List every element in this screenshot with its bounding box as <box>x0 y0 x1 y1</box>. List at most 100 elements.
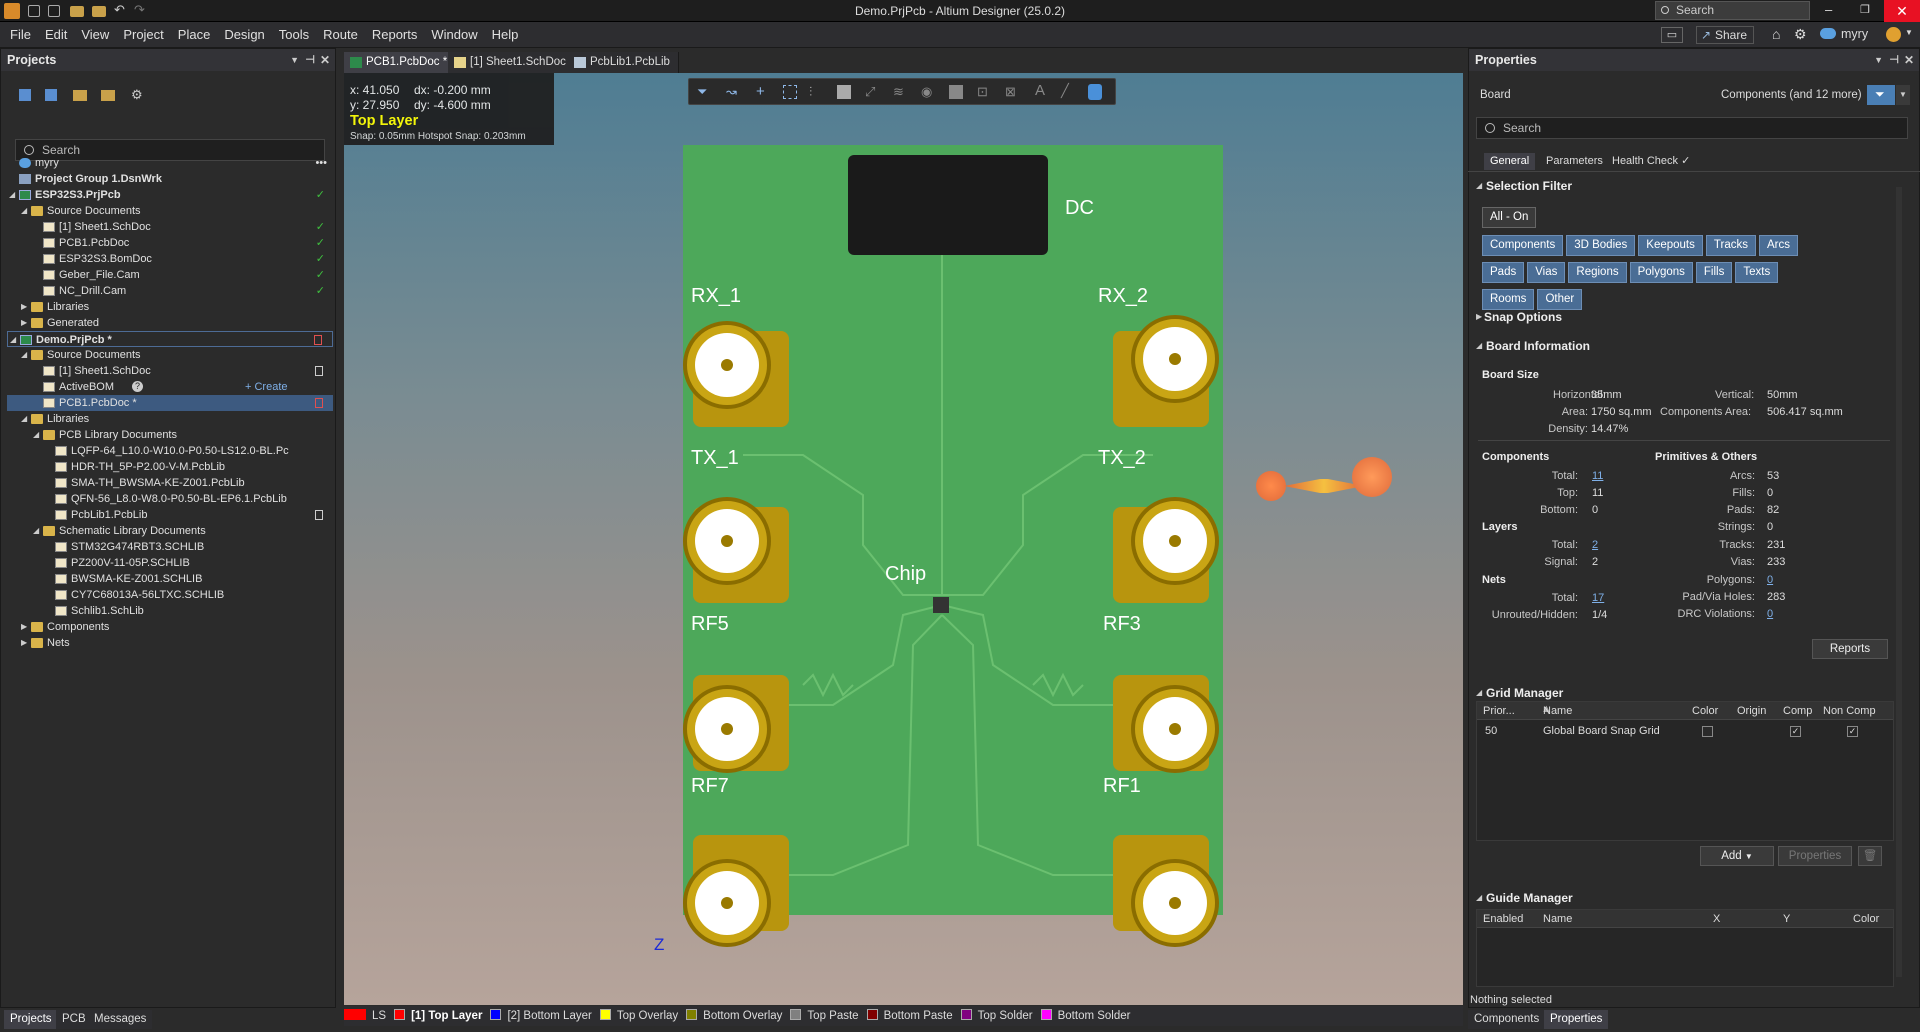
tree-item[interactable]: LQFP-64_L10.0-W10.0-P0.50-LS12.0-BL.Pc <box>7 443 333 459</box>
tree-item[interactable]: ◢ ESP32S3.PrjPcb ✓ <box>7 187 333 203</box>
add-grid-button[interactable]: Add ▼ <box>1700 846 1774 866</box>
col-name[interactable]: Name <box>1543 705 1572 717</box>
menu-help[interactable]: Help <box>485 22 526 48</box>
reports-button[interactable]: Reports <box>1812 639 1888 659</box>
maximize-button[interactable]: ❐ <box>1860 3 1870 16</box>
menu-edit[interactable]: Edit <box>38 22 74 48</box>
connector-rf1[interactable] <box>1113 835 1229 965</box>
col-color[interactable]: Color <box>1692 705 1718 717</box>
filter-fills-button[interactable]: Fills <box>1695 262 1733 283</box>
tree-item[interactable]: ◢ Schematic Library Documents <box>7 523 333 539</box>
tab-sheet1-schdoc[interactable]: [1] Sheet1.SchDoc <box>448 52 575 73</box>
gear-icon[interactable]: ⚙ <box>1794 26 1807 43</box>
expand-icon[interactable]: ◢ <box>1476 341 1482 350</box>
tree-item[interactable]: ◢ PCB Library Documents <box>7 427 333 443</box>
move-icon[interactable]: + <box>756 83 765 100</box>
interactive-route-icon[interactable]: ⤢ <box>865 84 875 100</box>
col-name[interactable]: Name <box>1543 913 1572 925</box>
tree-item[interactable]: HDR-TH_5P-P2.00-V-M.PcbLib <box>7 459 333 475</box>
col-comp[interactable]: Comp <box>1783 705 1812 717</box>
filter-pads-button[interactable]: Pads <box>1482 262 1525 283</box>
tab-general[interactable]: General <box>1484 153 1536 170</box>
line-icon[interactable]: ╱ <box>1061 83 1069 99</box>
tree-item[interactable]: ◢ Libraries <box>7 411 333 427</box>
text-icon[interactable]: A <box>1035 82 1045 99</box>
share-button[interactable]: ↗ Share <box>1696 26 1755 44</box>
expand-icon[interactable]: ◢ <box>21 411 27 427</box>
col-x[interactable]: X <box>1713 913 1720 925</box>
menu-reports[interactable]: Reports <box>365 22 425 48</box>
dimension-icon[interactable]: ⊠ <box>1005 84 1016 100</box>
tree-item[interactable]: ◢ Demo.PrjPcb * <box>7 331 333 347</box>
tune-icon[interactable]: ≋ <box>893 84 904 100</box>
layer-tab[interactable]: Bottom Solder <box>1039 1006 1137 1026</box>
filter-other-button[interactable]: Other <box>1537 289 1583 310</box>
comment-icon[interactable]: ▭ <box>1661 27 1683 43</box>
col-non-comp[interactable]: Non Comp <box>1823 705 1876 717</box>
comp-checkbox[interactable]: ✓ <box>1790 726 1801 737</box>
layer-tab[interactable]: Top Solder <box>959 1006 1039 1026</box>
menu-file[interactable]: File <box>3 22 38 48</box>
user-name[interactable]: myry <box>1841 27 1868 41</box>
expand-icon[interactable]: ◢ <box>21 347 27 363</box>
expand-icon[interactable]: ◢ <box>33 427 39 443</box>
tab-pcb1-pcbdoc[interactable]: PCB1.PcbDoc * <box>344 52 457 73</box>
filter-keepouts-button[interactable]: Keepouts <box>1638 235 1703 256</box>
board-information-header[interactable]: Board Information <box>1486 339 1590 353</box>
save-project-icon[interactable] <box>19 89 31 101</box>
expand-icon[interactable]: ◢ <box>9 187 15 203</box>
tree-item[interactable]: SMA-TH_BWSMA-KE-Z001.PcbLib <box>7 475 333 491</box>
menu-route[interactable]: Route <box>316 22 365 48</box>
3d-icon[interactable] <box>1088 84 1102 100</box>
dc-header-connector[interactable] <box>848 155 1048 255</box>
expand-icon[interactable]: ◢ <box>10 332 16 348</box>
tree-item[interactable]: myry ••• <box>7 155 333 171</box>
pcb-board[interactable]: DC RX_1 RX_2 TX_1 TX_2 Chip RF5 RF3 RF7 … <box>683 145 1223 947</box>
filter-texts-button[interactable]: Texts <box>1735 262 1779 283</box>
tree-item[interactable]: [1] Sheet1.SchDoc <box>7 363 333 379</box>
filter-components-button[interactable]: Components <box>1482 235 1564 256</box>
expand-icon[interactable]: ◢ <box>1476 688 1482 697</box>
pin-icon[interactable]: ⊣ <box>305 49 315 71</box>
polygons-link[interactable]: 0 <box>1767 574 1773 586</box>
panel-menu-icon[interactable]: ▼ <box>290 49 299 71</box>
tree-item[interactable]: PCB1.PcbDoc * <box>7 395 333 411</box>
drc-link[interactable]: 0 <box>1767 608 1773 620</box>
tree-item[interactable]: ESP32S3.BomDoc ✓ <box>7 251 333 267</box>
compile-icon[interactable] <box>45 89 57 101</box>
avatar[interactable] <box>1886 27 1901 42</box>
layer-tab[interactable]: Bottom Paste <box>865 1006 959 1026</box>
grid-properties-button[interactable]: Properties <box>1778 846 1852 866</box>
layer-tab[interactable]: Top Overlay <box>598 1006 684 1026</box>
menu-project[interactable]: Project <box>116 22 170 48</box>
layer-tab[interactable]: Bottom Overlay <box>684 1006 788 1026</box>
tree-item[interactable]: ▶ Generated <box>7 315 333 331</box>
filter-regions-button[interactable]: Regions <box>1568 262 1627 283</box>
connector-tx1[interactable] <box>683 497 799 613</box>
connector-rx1[interactable] <box>683 321 799 437</box>
create-bom-link[interactable]: + Create <box>245 379 288 395</box>
help-icon[interactable]: ? <box>132 381 143 392</box>
col-enabled[interactable]: Enabled <box>1483 913 1523 925</box>
col-y[interactable]: Y <box>1783 913 1790 925</box>
tree-item[interactable]: Geber_File.Cam ✓ <box>7 267 333 283</box>
tree-item[interactable]: NC_Drill.Cam ✓ <box>7 283 333 299</box>
filter-polygons-button[interactable]: Polygons <box>1629 262 1693 283</box>
expand-icon[interactable]: ▶ <box>21 315 27 331</box>
menu-window[interactable]: Window <box>424 22 484 48</box>
tree-item[interactable]: Project Group 1.DsnWrk <box>7 171 333 187</box>
tree-item[interactable]: ▶ Libraries <box>7 299 333 315</box>
properties-scrollbar[interactable] <box>1896 187 1902 977</box>
route-icon[interactable]: ↝ <box>726 84 737 100</box>
collapsed-icon[interactable]: ▶ <box>1476 312 1482 321</box>
tree-item[interactable]: CY7C68013A-56LTXC.SCHLIB <box>7 587 333 603</box>
tree-item[interactable]: QFN-56_L8.0-W8.0-P0.50-BL-EP6.1.PcbLib <box>7 491 333 507</box>
tree-item[interactable]: [1] Sheet1.SchDoc ✓ <box>7 219 333 235</box>
expand-icon[interactable]: ◢ <box>21 203 27 219</box>
expand-icon[interactable]: ◢ <box>1476 893 1482 902</box>
snap-options-header[interactable]: Snap Options <box>1484 310 1562 324</box>
tree-item[interactable]: PcbLib1.PcbLib <box>7 507 333 523</box>
tab-pcblib1[interactable]: PcbLib1.PcbLib <box>568 52 679 73</box>
tree-item[interactable]: ▶ Nets <box>7 635 333 651</box>
bottom-tab-components[interactable]: Components <box>1468 1010 1546 1029</box>
